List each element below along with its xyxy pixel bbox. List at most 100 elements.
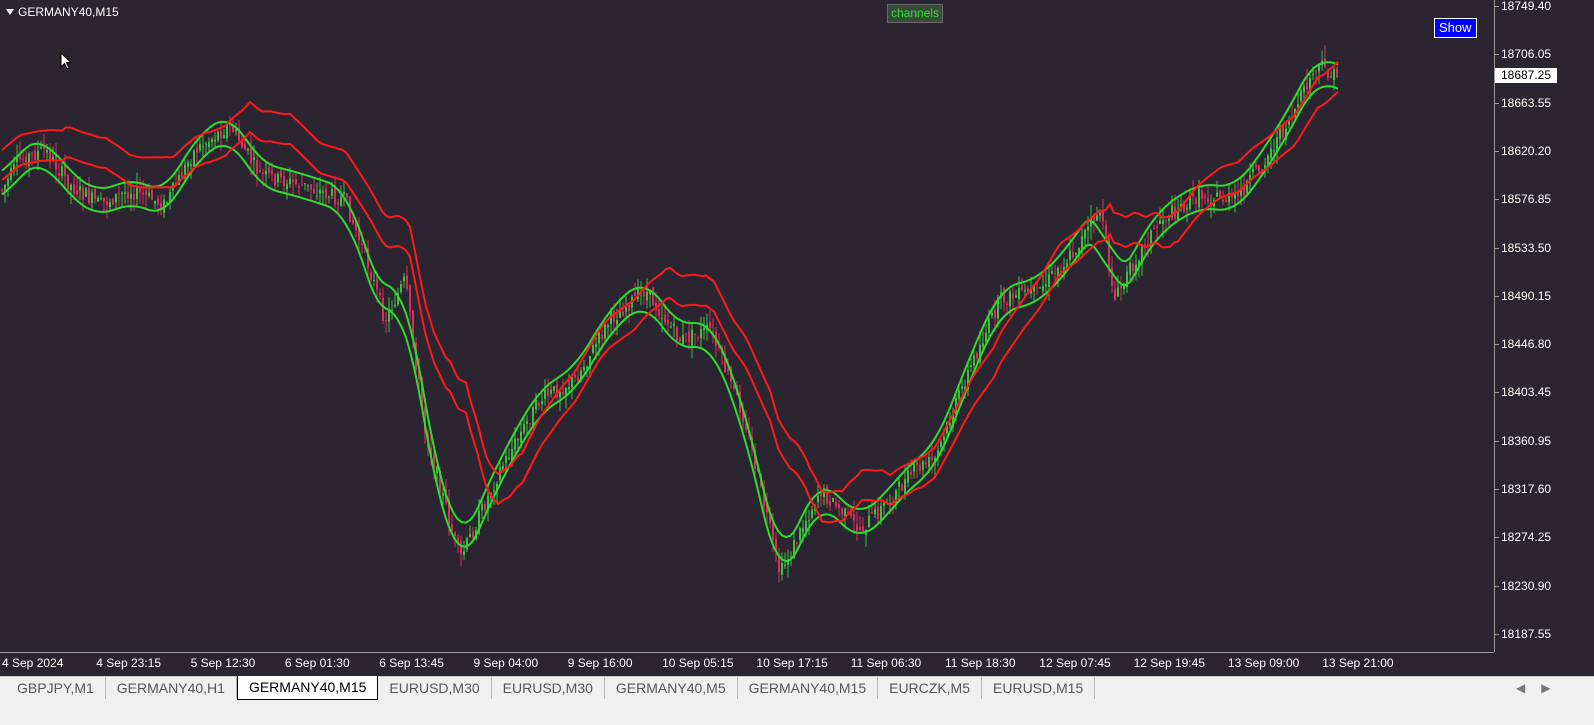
candle-body: [463, 551, 465, 556]
candle-body: [79, 186, 81, 191]
candle-body: [526, 421, 528, 424]
chart-window[interactable]: GERMANY40,M15 channels Show 18749.40 1870…: [0, 0, 1594, 676]
candle-body: [853, 513, 855, 521]
candle-body: [604, 324, 606, 339]
candle-body: [373, 280, 375, 282]
chart-tab[interactable]: EURUSD,M30: [378, 677, 492, 699]
candle-body: [529, 423, 531, 425]
price-tick-label: 18446.80: [1494, 337, 1552, 352]
candle-body: [73, 184, 75, 194]
candle-body: [289, 178, 291, 185]
candle-body: [832, 498, 834, 502]
candle-body: [913, 464, 915, 472]
symbol-label: GERMANY40,M15: [18, 5, 119, 19]
candle-body: [931, 456, 933, 460]
candle-body: [109, 202, 111, 208]
candle-body: [235, 129, 237, 132]
candle-body: [928, 457, 930, 467]
candle-body: [1, 189, 3, 191]
time-tick-label: 10 Sep 17:15: [756, 656, 828, 670]
candle-body: [220, 130, 222, 139]
candle-body: [1129, 262, 1131, 275]
candle-body: [256, 159, 258, 175]
time-tick-label: 12 Sep 19:45: [1133, 656, 1205, 670]
candle-body: [1204, 196, 1206, 199]
candle-body: [1198, 188, 1200, 208]
chart-tab[interactable]: EURCZK,M5: [878, 677, 983, 699]
candle-body: [616, 320, 618, 325]
candle-body: [661, 318, 663, 320]
candle-body: [1039, 287, 1041, 289]
candle-body: [307, 184, 309, 186]
candle-body: [919, 464, 921, 472]
candle-body: [916, 462, 918, 466]
candle-body: [802, 528, 804, 532]
candle-body: [1255, 164, 1257, 168]
candle-body: [1270, 148, 1272, 159]
candle-body: [211, 138, 213, 143]
candle-body: [34, 150, 36, 161]
price-tick-label: 18706.05: [1494, 47, 1552, 62]
ma-line-lower: [1, 85, 1339, 563]
candle-body: [727, 370, 729, 372]
candle-body: [409, 285, 411, 313]
candle-body: [199, 144, 201, 151]
candle-body: [379, 292, 381, 296]
chart-tab[interactable]: EURUSD,M15: [982, 677, 1096, 699]
candle-body: [505, 456, 507, 463]
candle-body: [1072, 251, 1074, 257]
candle-body: [805, 520, 807, 530]
candle-body: [1111, 267, 1113, 287]
candle-body: [667, 319, 669, 325]
candle-body: [76, 190, 78, 195]
candle-body: [1045, 284, 1047, 287]
candle-body: [784, 565, 786, 567]
candle-body: [1207, 198, 1209, 202]
candle-body: [280, 170, 282, 178]
chevron-left-icon[interactable]: ◀: [1516, 681, 1525, 695]
candle-body: [1084, 230, 1086, 239]
time-tick-label: 11 Sep 06:30: [850, 656, 922, 670]
candle-body: [547, 387, 549, 397]
candle-body: [277, 173, 279, 183]
candle-body: [298, 186, 300, 188]
time-tick-label: 5 Sep 12:30: [190, 656, 256, 670]
channels-indicator-label[interactable]: channels: [887, 4, 944, 23]
chart-tab[interactable]: GBPJPY,M1: [6, 677, 106, 699]
candle-body: [676, 326, 678, 341]
chevron-right-icon[interactable]: ▶: [1541, 681, 1550, 695]
candle-body: [622, 311, 624, 316]
candle-body: [1312, 73, 1314, 75]
symbol-title[interactable]: GERMANY40,M15: [6, 5, 119, 19]
price-tick-label: 18663.55: [1494, 95, 1552, 110]
time-tick-label: 10 Sep 05:15: [662, 656, 734, 670]
candle-body: [118, 193, 120, 195]
show-button[interactable]: Show: [1434, 18, 1477, 38]
price-chart-plot[interactable]: [0, 0, 1494, 652]
price-axis[interactable]: 18749.40 18706.05 18663.55 18620.20 18576.85…: [1494, 0, 1594, 652]
candle-body: [835, 501, 837, 507]
candle-body: [283, 175, 285, 187]
candle-body: [841, 508, 843, 515]
candle-body: [1075, 252, 1077, 255]
time-axis[interactable]: 4 Sep 2024 4 Sep 23:15 5 Sep 12:30 6 Sep 01…: [0, 652, 1494, 677]
candle-body: [1132, 263, 1134, 272]
candle-body: [994, 309, 996, 319]
candle-body: [121, 192, 123, 194]
chart-tab[interactable]: GERMANY40,M5: [605, 677, 738, 699]
chart-tab[interactable]: EURUSD,M30: [492, 677, 605, 699]
candle-body: [1201, 190, 1203, 199]
chart-tab[interactable]: GERMANY40,M15: [738, 677, 879, 699]
candle-body: [352, 219, 354, 224]
candle-body: [694, 333, 696, 335]
candle-body: [325, 188, 327, 199]
candle-body: [1051, 271, 1053, 274]
candle-body: [346, 193, 348, 198]
candle-body: [1252, 168, 1254, 173]
triangle-down-icon[interactable]: [6, 9, 14, 15]
chart-tab[interactable]: GERMANY40,M15: [236, 676, 379, 700]
candle-body: [340, 197, 342, 206]
candle-body: [535, 399, 537, 410]
candle-body: [871, 511, 873, 514]
chart-tab[interactable]: GERMANY40,H1: [106, 677, 237, 699]
